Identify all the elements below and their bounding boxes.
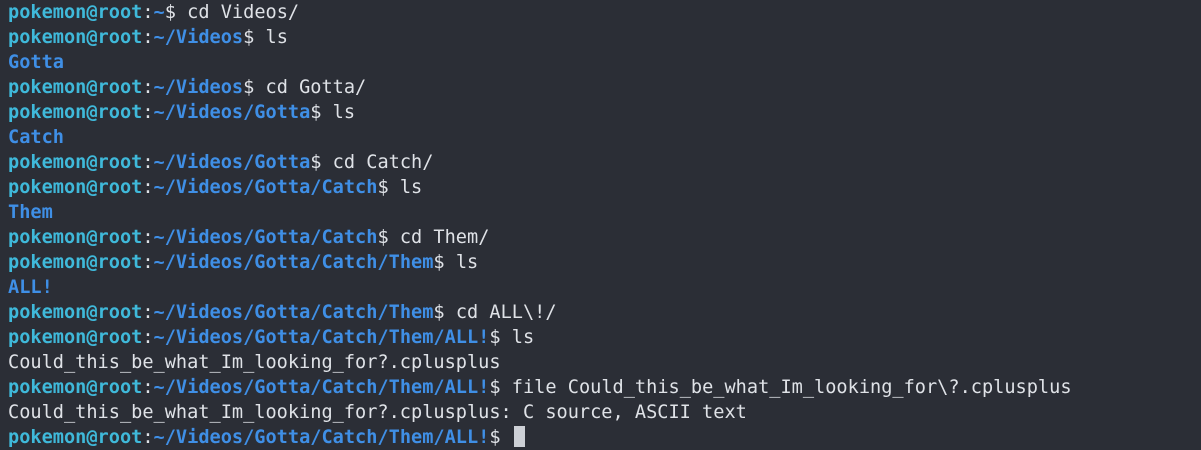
- command-text: ls: [444, 252, 479, 273]
- command-text: cd ALL\!/: [444, 302, 557, 323]
- terminal-line: Could_this_be_what_Im_looking_for?.cplus…: [8, 350, 1201, 375]
- prompt-user-host: pokemon@root: [8, 302, 143, 323]
- command-text: ls: [254, 27, 288, 48]
- prompt-user-host: pokemon@root: [8, 152, 143, 173]
- terminal-line: Them: [8, 200, 1201, 225]
- terminal-line: pokemon@root:~/Videos/Gotta/Catch/Them/A…: [8, 375, 1201, 400]
- prompt-path: ~/Videos/Gotta/Catch/Them: [153, 302, 434, 323]
- prompt-user-host: pokemon@root: [8, 177, 143, 198]
- ls-directory-entry: Gotta: [8, 52, 64, 73]
- prompt-user-host: pokemon@root: [8, 2, 143, 23]
- prompt-colon: :: [142, 427, 154, 448]
- ls-directory-entry: Them: [8, 202, 53, 223]
- prompt-path: ~/Videos/Gotta/Catch: [153, 177, 378, 198]
- prompt-dollar: $: [243, 27, 255, 48]
- prompt-user-host: pokemon@root: [8, 102, 143, 123]
- prompt-path: ~/Videos/Gotta/Catch/Them/ALL!: [153, 327, 490, 348]
- terminal-line: pokemon@root:~/Videos/Gotta/Catch/Them/A…: [8, 325, 1201, 350]
- prompt-path: ~/Videos/Gotta/Catch/Them/ALL!: [153, 377, 490, 398]
- terminal-line: pokemon@root:~/Videos/Gotta$ cd Catch/: [8, 150, 1201, 175]
- text-cursor: [513, 426, 525, 447]
- prompt-dollar: $: [377, 177, 389, 198]
- prompt-colon: :: [142, 77, 154, 98]
- prompt-dollar: $: [310, 102, 322, 123]
- prompt-user-host: pokemon@root: [8, 377, 143, 398]
- prompt-dollar: $: [433, 302, 445, 323]
- command-text: file Could_this_be_what_Im_looking_for\?…: [500, 377, 1072, 398]
- prompt-user-host: pokemon@root: [8, 252, 143, 273]
- prompt-colon: :: [142, 252, 154, 273]
- command-text: ls: [500, 327, 535, 348]
- ls-directory-entry: Catch: [8, 127, 64, 148]
- terminal-line: Could_this_be_what_Im_looking_for?.cplus…: [8, 400, 1201, 425]
- prompt-path: ~/Videos: [153, 27, 244, 48]
- prompt-colon: :: [142, 227, 154, 248]
- prompt-dollar: $: [489, 377, 501, 398]
- prompt-path: ~/Videos/Gotta/Catch: [153, 227, 378, 248]
- prompt-colon: :: [142, 152, 154, 173]
- command-text: cd Them/: [388, 227, 490, 248]
- command-text: ls: [321, 102, 356, 123]
- terminal-line: pokemon@root:~/Videos/Gotta/Catch/Them$ …: [8, 250, 1201, 275]
- prompt-colon: :: [142, 27, 154, 48]
- prompt-dollar: $: [164, 2, 176, 23]
- terminal-line: pokemon@root:~/Videos/Gotta$ ls: [8, 100, 1201, 125]
- terminal-line: Gotta: [8, 50, 1201, 75]
- prompt-dollar: $: [243, 77, 255, 98]
- command-input[interactable]: [501, 427, 512, 448]
- prompt-user-host: pokemon@root: [8, 27, 143, 48]
- prompt-user-host: pokemon@root: [8, 77, 143, 98]
- terminal-input-line[interactable]: pokemon@root:~/Videos/Gotta/Catch/Them/A…: [8, 425, 1201, 450]
- terminal-line: ALL!: [8, 275, 1201, 300]
- file-command-output: Could_this_be_what_Im_looking_for?.cplus…: [8, 402, 747, 423]
- terminal-line: pokemon@root:~/Videos/Gotta/Catch/Them$ …: [8, 300, 1201, 325]
- prompt-user-host: pokemon@root: [8, 427, 143, 448]
- command-text: cd Gotta/: [254, 77, 367, 98]
- prompt-dollar: $: [377, 227, 389, 248]
- command-text: cd Catch/: [321, 152, 434, 173]
- command-text: ls: [388, 177, 423, 198]
- prompt-dollar: $: [489, 427, 501, 448]
- ls-file-entry: Could_this_be_what_Im_looking_for?.cplus…: [8, 352, 501, 373]
- prompt-colon: :: [142, 177, 154, 198]
- terminal-line: pokemon@root:~/Videos$ cd Gotta/: [8, 75, 1201, 100]
- prompt-colon: :: [142, 2, 154, 23]
- terminal-line: pokemon@root:~/Videos/Gotta/Catch$ ls: [8, 175, 1201, 200]
- prompt-path: ~/Videos: [153, 77, 244, 98]
- prompt-path: ~: [153, 2, 165, 23]
- prompt-dollar: $: [310, 152, 322, 173]
- prompt-path: ~/Videos/Gotta: [153, 152, 311, 173]
- prompt-path: ~/Videos/Gotta/Catch/Them: [153, 252, 434, 273]
- terminal-line: pokemon@root:~$ cd Videos/: [8, 0, 1201, 25]
- prompt-colon: :: [142, 302, 154, 323]
- prompt-path: ~/Videos/Gotta: [153, 102, 311, 123]
- prompt-user-host: pokemon@root: [8, 227, 143, 248]
- terminal-line: pokemon@root:~/Videos/Gotta/Catch$ cd Th…: [8, 225, 1201, 250]
- terminal-window[interactable]: pokemon@root:~$ cd Videos/ pokemon@root:…: [0, 0, 1201, 450]
- ls-directory-entry: ALL!: [8, 277, 53, 298]
- prompt-colon: :: [142, 327, 154, 348]
- terminal-line: pokemon@root:~/Videos$ ls: [8, 25, 1201, 50]
- prompt-dollar: $: [433, 252, 445, 273]
- command-text: cd Videos/: [175, 2, 300, 23]
- prompt-path: ~/Videos/Gotta/Catch/Them/ALL!: [153, 427, 490, 448]
- terminal-line: Catch: [8, 125, 1201, 150]
- prompt-colon: :: [142, 102, 154, 123]
- prompt-dollar: $: [489, 327, 501, 348]
- prompt-colon: :: [142, 377, 154, 398]
- prompt-user-host: pokemon@root: [8, 327, 143, 348]
